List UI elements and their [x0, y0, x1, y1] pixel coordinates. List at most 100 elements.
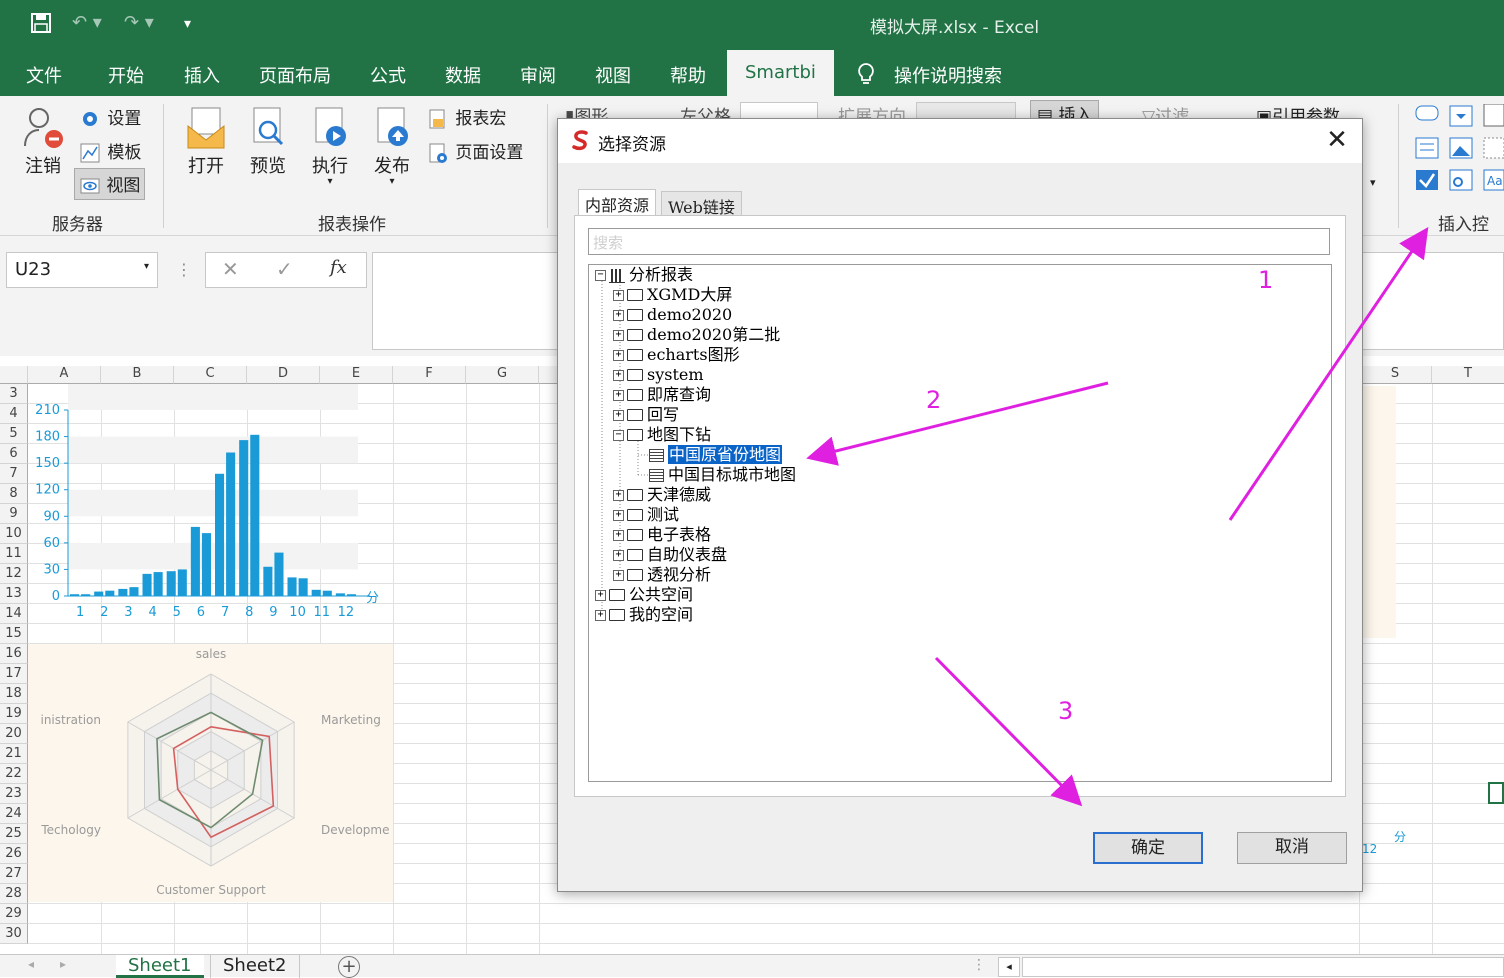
column-header[interactable]: C: [174, 366, 247, 384]
save-icon[interactable]: [30, 12, 52, 39]
row-header[interactable]: 5: [0, 424, 28, 444]
row-header[interactable]: 11: [0, 544, 28, 564]
tree-node-folder[interactable]: + 即席查询: [613, 385, 711, 405]
horizontal-scrollbar[interactable]: [1022, 957, 1504, 977]
tree-node-folder[interactable]: + 透视分析: [613, 565, 711, 585]
row-header[interactable]: 23: [0, 784, 28, 804]
label-control-icon[interactable]: Aa: [1483, 169, 1504, 191]
column-header[interactable]: A: [28, 366, 101, 384]
search-input[interactable]: 搜索: [588, 228, 1330, 255]
row-header[interactable]: 30: [0, 924, 28, 944]
tab-web-link[interactable]: Web链接: [661, 191, 742, 217]
redo-icon[interactable]: ↷ ▾: [124, 12, 154, 33]
scroll-sheets-right-icon[interactable]: ▸: [60, 957, 66, 971]
row-header[interactable]: 28: [0, 884, 28, 904]
row-header[interactable]: 20: [0, 724, 28, 744]
tell-me-search[interactable]: 操作说明搜索: [894, 62, 1002, 88]
row-header[interactable]: 17: [0, 664, 28, 684]
tree-node-folder[interactable]: + echarts图形: [613, 345, 740, 365]
column-header[interactable]: E: [320, 366, 393, 384]
more-options-icon[interactable]: ⋮: [176, 260, 192, 279]
tree-node-folder[interactable]: + 测试: [613, 505, 679, 525]
checkbox-control-icon[interactable]: [1416, 170, 1438, 190]
tree-node-folder-expanded[interactable]: − 地图下钻: [613, 425, 711, 445]
template-button[interactable]: 模板: [78, 138, 141, 165]
publish-button[interactable]: 发布 ▾: [368, 104, 416, 187]
publish-dropdown-icon[interactable]: ▾: [368, 177, 416, 187]
row-header[interactable]: 18: [0, 684, 28, 704]
tree-node-my-space[interactable]: + 我的空间: [595, 605, 693, 625]
tree-node-report-selected[interactable]: 中国原省份地图: [649, 444, 784, 465]
column-header[interactable]: S: [1359, 366, 1432, 384]
insert-function-button[interactable]: fx: [330, 257, 347, 278]
row-header[interactable]: 29: [0, 904, 28, 924]
tree-node-report[interactable]: 中国目标城市地图: [649, 465, 796, 485]
row-header[interactable]: 24: [0, 804, 28, 824]
tab-home[interactable]: 开始: [108, 62, 144, 88]
cancel-button[interactable]: 取消: [1237, 832, 1347, 864]
tree-node-folder[interactable]: + demo2020: [613, 305, 732, 325]
undo-icon[interactable]: ↶ ▾: [72, 12, 102, 33]
row-header[interactable]: 27: [0, 864, 28, 884]
column-header[interactable]: D: [247, 366, 320, 384]
tab-file[interactable]: 文件: [26, 62, 62, 88]
tab-view[interactable]: 视图: [595, 62, 631, 88]
tab-page-layout[interactable]: 页面布局: [259, 62, 331, 88]
open-button[interactable]: 打开: [182, 104, 230, 178]
name-box[interactable]: U23 ▾: [6, 252, 158, 288]
row-header[interactable]: 22: [0, 764, 28, 784]
row-header[interactable]: 6: [0, 444, 28, 464]
row-header[interactable]: 7: [0, 464, 28, 484]
tree-node-folder[interactable]: + system: [613, 365, 704, 385]
execute-button[interactable]: 执行 ▾: [306, 104, 354, 187]
column-header[interactable]: G: [466, 366, 539, 384]
row-header[interactable]: 21: [0, 744, 28, 764]
view-button[interactable]: 视图: [74, 168, 146, 200]
image-control-icon[interactable]: [1449, 137, 1473, 159]
tab-internal-resources[interactable]: 内部资源: [578, 189, 657, 216]
tree-node-analysis-reports[interactable]: − 分析报表: [595, 265, 693, 285]
row-header[interactable]: 25: [0, 824, 28, 844]
row-header[interactable]: 14: [0, 604, 28, 624]
listbox-control-icon[interactable]: [1415, 137, 1439, 159]
tab-splitter-icon[interactable]: ⋮: [972, 957, 986, 973]
scroll-left-icon[interactable]: ◂: [998, 957, 1020, 977]
tab-help[interactable]: 帮助: [670, 62, 706, 88]
settings-button[interactable]: 设置: [78, 104, 141, 131]
row-header[interactable]: 9: [0, 504, 28, 524]
row-header[interactable]: 4: [0, 404, 28, 424]
frame-control-icon[interactable]: [1483, 137, 1504, 159]
active-cell-U23[interactable]: [1488, 782, 1504, 804]
preview-button[interactable]: 预览: [244, 104, 292, 178]
scroll-sheets-left-icon[interactable]: ◂: [28, 957, 34, 971]
list-control-icon[interactable]: [1483, 103, 1504, 127]
row-header[interactable]: 26: [0, 844, 28, 864]
sheet-tab-sheet2[interactable]: Sheet2: [210, 955, 300, 978]
confirm-entry-button[interactable]: ✓: [276, 257, 293, 281]
logout-button[interactable]: 注销: [18, 106, 68, 178]
customize-quick-access-icon[interactable]: ▾: [184, 16, 191, 32]
page-setup-button[interactable]: 页面设置: [426, 138, 523, 165]
ok-button[interactable]: 确定: [1093, 832, 1203, 864]
select-all-corner[interactable]: [0, 366, 28, 384]
row-header[interactable]: 19: [0, 704, 28, 724]
tree-node-folder[interactable]: + 回写: [613, 405, 679, 425]
tree-node-folder[interactable]: + XGMD大屏: [613, 285, 732, 305]
tree-node-folder[interactable]: + 自助仪表盘: [613, 545, 727, 565]
name-box-dropdown-icon[interactable]: ▾: [144, 261, 149, 272]
combo-control-icon[interactable]: [1449, 105, 1473, 127]
add-sheet-icon[interactable]: +: [338, 956, 360, 978]
tab-data[interactable]: 数据: [445, 62, 481, 88]
close-icon[interactable]: ✕: [1320, 125, 1354, 157]
tree-node-folder[interactable]: + 天津德威: [613, 485, 711, 505]
tree-node-folder[interactable]: + demo2020第二批: [613, 325, 780, 345]
link-control-icon[interactable]: [1449, 169, 1473, 191]
row-header[interactable]: 10: [0, 524, 28, 544]
cancel-entry-button[interactable]: ✕: [222, 257, 239, 281]
tree-node-folder[interactable]: + 电子表格: [613, 525, 711, 545]
row-header[interactable]: 15: [0, 624, 28, 644]
sheet-tab-sheet1[interactable]: Sheet1: [116, 955, 204, 978]
tree-node-public-space[interactable]: + 公共空间: [595, 585, 693, 605]
column-header[interactable]: B: [101, 366, 174, 384]
row-header[interactable]: 8: [0, 484, 28, 504]
